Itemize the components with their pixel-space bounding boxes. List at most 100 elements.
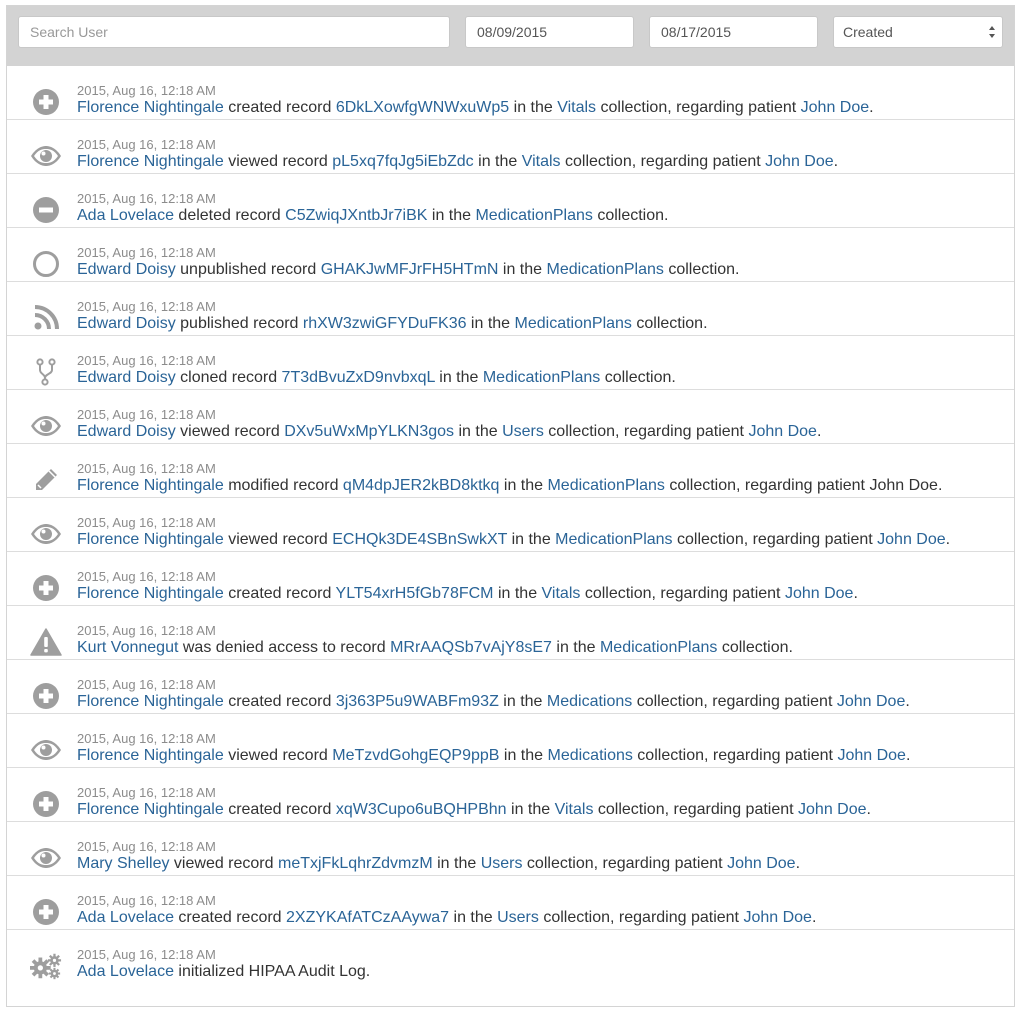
entry-link[interactable]: MedicationPlans: [515, 315, 632, 332]
entry-timestamp: 2015, Aug 16, 12:18 AM: [77, 515, 216, 530]
entry-link[interactable]: MedicationPlans: [555, 531, 672, 548]
entry-link[interactable]: John Doe: [877, 531, 946, 548]
entry-link[interactable]: John Doe: [748, 423, 817, 440]
entry-link[interactable]: MedicationPlans: [600, 639, 717, 656]
search-user-input[interactable]: [18, 16, 450, 48]
entry-link[interactable]: meTxjFkLqhrZdvmzM: [278, 855, 433, 872]
entry-link[interactable]: GHAKJwMFJrFH5HTmN: [321, 261, 499, 278]
entry-text: collection, regarding patient: [560, 153, 766, 170]
entry-text: unpublished record: [175, 261, 321, 278]
entry-text: in the: [427, 207, 476, 224]
entry-link[interactable]: John Doe: [727, 855, 796, 872]
audit-log-panel: Created 2015, Aug 16, 12:18 AMFlorence N…: [6, 5, 1015, 1007]
entry-link[interactable]: 7T3dBvuZxD9nvbxqL: [282, 369, 435, 386]
entry-link[interactable]: MedicationPlans: [483, 369, 600, 386]
entry-link[interactable]: Edward Doisy: [77, 369, 176, 386]
entry-link[interactable]: ECHQk3DE4SBnSwkXT: [332, 531, 507, 548]
audit-entry: 2015, Aug 16, 12:18 AM Mary Shelley viewe…: [7, 822, 1014, 876]
sort-select[interactable]: Created: [833, 16, 1003, 48]
entry-link[interactable]: Edward Doisy: [77, 315, 176, 332]
entry-text: in the: [454, 423, 503, 440]
entry-text: collection, regarding patient John Doe.: [664, 477, 943, 494]
entry-link[interactable]: Florence Nightingale: [77, 693, 224, 710]
entry-timestamp: 2015, Aug 16, 12:18 AM: [77, 893, 216, 908]
entry-link[interactable]: John Doe: [801, 99, 870, 116]
entry-link[interactable]: Florence Nightingale: [77, 477, 224, 494]
entry-link[interactable]: Vitals: [557, 99, 596, 116]
entry-link[interactable]: 2XZYKAfATCzAAywa7: [286, 909, 449, 926]
entry-link[interactable]: pL5xq7fqJg5iEbZdc: [332, 153, 473, 170]
entry-link[interactable]: Edward Doisy: [77, 261, 176, 278]
date-from-input[interactable]: [465, 16, 634, 48]
entry-link[interactable]: Florence Nightingale: [77, 585, 224, 602]
entry-link[interactable]: 3j363P5u9WABFm93Z: [336, 693, 499, 710]
eye-icon: [30, 842, 62, 874]
entry-link[interactable]: rhXW3zwiGFYDuFK36: [303, 315, 467, 332]
entry-link[interactable]: Ada Lovelace: [77, 909, 174, 926]
entry-text: in the: [466, 315, 515, 332]
entry-link[interactable]: John Doe: [765, 153, 834, 170]
entry-timestamp: 2015, Aug 16, 12:18 AM: [77, 299, 216, 314]
plus-circle-icon: [30, 896, 62, 928]
entry-link[interactable]: Medications: [547, 693, 632, 710]
entry-link[interactable]: John Doe: [743, 909, 812, 926]
entry-link[interactable]: John Doe: [798, 801, 867, 818]
entry-link[interactable]: John Doe: [837, 693, 906, 710]
entry-text: collection, regarding patient: [596, 99, 801, 116]
entry-link[interactable]: Florence Nightingale: [77, 801, 224, 818]
filter-toolbar: Created: [7, 6, 1014, 66]
entry-text: in the: [509, 99, 558, 116]
entry-link[interactable]: Vitals: [555, 801, 594, 818]
entry-timestamp: 2015, Aug 16, 12:18 AM: [77, 461, 216, 476]
entry-text: collection.: [592, 207, 669, 224]
entry-link[interactable]: Vitals: [522, 153, 561, 170]
entry-link[interactable]: John Doe: [837, 747, 906, 764]
entry-text: .: [866, 801, 871, 818]
entry-link[interactable]: MedicationPlans: [547, 477, 664, 494]
entry-text: .: [811, 909, 817, 926]
audit-entry: 2015, Aug 16, 12:18 AM Ada Lovelace initi…: [7, 930, 1014, 984]
entry-link[interactable]: MedicationPlans: [475, 207, 592, 224]
entry-link[interactable]: John Doe: [785, 585, 854, 602]
entry-link[interactable]: Kurt Vonnegut: [77, 639, 178, 656]
entry-timestamp: 2015, Aug 16, 12:18 AM: [77, 677, 216, 692]
entry-timestamp: 2015, Aug 16, 12:18 AM: [77, 623, 216, 638]
entry-link[interactable]: Ada Lovelace: [77, 963, 174, 980]
entry-link[interactable]: 6DkLXowfgWNWxuWp5: [336, 99, 509, 116]
entry-link[interactable]: YLT54xrH5fGb78FCM: [336, 585, 494, 602]
entry-text: viewed record: [223, 153, 333, 170]
entry-link[interactable]: Ada Lovelace: [77, 207, 174, 224]
entry-link[interactable]: qM4dpJER2kBD8ktkq: [343, 477, 500, 494]
entry-text: collection, regarding patient: [593, 801, 799, 818]
entry-text: collection, regarding patient: [672, 531, 878, 548]
audit-entry: 2015, Aug 16, 12:18 AM Florence Nightinga…: [7, 120, 1014, 174]
entry-link[interactable]: xqW3Cupo6uBQHPBhn: [336, 801, 507, 818]
audit-entry: 2015, Aug 16, 12:18 AM Ada Lovelace delet…: [7, 174, 1014, 228]
entry-text: .: [833, 153, 839, 170]
entry-timestamp: 2015, Aug 16, 12:18 AM: [77, 569, 216, 584]
pencil-icon: [30, 464, 62, 496]
entry-link[interactable]: C5ZwiqJXntbJr7iBK: [285, 207, 427, 224]
entry-link[interactable]: Users: [497, 909, 539, 926]
entry-link[interactable]: Mary Shelley: [77, 855, 169, 872]
entry-link[interactable]: Users: [502, 423, 544, 440]
entry-link[interactable]: MeTzvdGohgEQP9ppB: [332, 747, 499, 764]
entry-link[interactable]: Users: [481, 855, 523, 872]
entry-text: in the: [493, 585, 542, 602]
entry-link[interactable]: Florence Nightingale: [77, 153, 224, 170]
entry-text: in the: [499, 477, 548, 494]
entry-link[interactable]: Medications: [547, 747, 632, 764]
entry-text: created record: [223, 693, 336, 710]
entry-text: collection, regarding patient: [522, 855, 728, 872]
entry-link[interactable]: MRrAAQSb7vAjY8sE7: [390, 639, 552, 656]
entry-timestamp: 2015, Aug 16, 12:18 AM: [77, 191, 216, 206]
entry-link[interactable]: Edward Doisy: [77, 423, 176, 440]
entry-link[interactable]: Florence Nightingale: [77, 747, 224, 764]
date-to-input[interactable]: [649, 16, 818, 48]
entry-text: created record: [223, 99, 336, 116]
entry-link[interactable]: Vitals: [542, 585, 581, 602]
entry-link[interactable]: Florence Nightingale: [77, 99, 224, 116]
entry-link[interactable]: DXv5uWxMpYLKN3gos: [284, 423, 454, 440]
entry-link[interactable]: MedicationPlans: [546, 261, 663, 278]
entry-link[interactable]: Florence Nightingale: [77, 531, 224, 548]
